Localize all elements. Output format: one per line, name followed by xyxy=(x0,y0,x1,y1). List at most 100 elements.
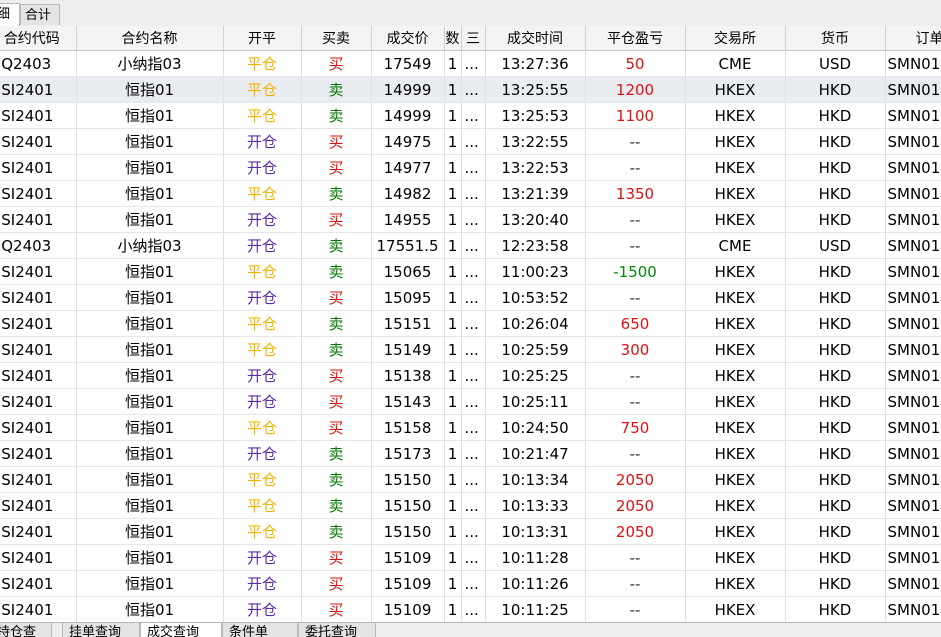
cell-trade-time: 10:11:25 xyxy=(485,596,586,622)
header-close-pnl[interactable]: 平仓盈亏 xyxy=(585,26,686,51)
header-open-close[interactable]: 开平 xyxy=(223,26,302,51)
cell-extra: ... xyxy=(461,128,486,155)
cell-buy-sell: 买 xyxy=(301,544,372,571)
cell-open-close: 平仓 xyxy=(223,50,302,77)
cell-open-close: 开仓 xyxy=(223,206,302,233)
table-row[interactable]: HSI2401恒指01平仓卖150651...11:00:23-1500HKEX… xyxy=(0,258,941,285)
header-contract-name[interactable]: 合约名称 xyxy=(76,26,224,51)
cell-order-no: SMN019 xyxy=(885,596,941,622)
header-currency[interactable]: 货币 xyxy=(785,26,886,51)
cell-contract-code: HSI2401 xyxy=(0,544,77,571)
table-row[interactable]: HSI2401恒指01开仓买149751...13:22:55--HKEXHKD… xyxy=(0,128,941,155)
cell-trade-time: 10:25:59 xyxy=(485,336,586,363)
table-row[interactable]: NQ2403小纳指03开仓卖17551.51...12:23:58--CMEUS… xyxy=(0,232,941,259)
cell-close-pnl: 1100 xyxy=(585,102,686,129)
table-row[interactable]: HSI2401恒指01平仓卖149821...13:21:391350HKEXH… xyxy=(0,180,941,207)
table-row[interactable]: HSI2401恒指01开仓买151091...10:11:26--HKEXHKD… xyxy=(0,570,941,597)
table-row[interactable]: HSI2401恒指01开仓卖151731...10:21:47--HKEXHKD… xyxy=(0,440,941,467)
table-row[interactable]: HSI2401恒指01平仓卖149991...13:25:551200HKEXH… xyxy=(0,76,941,103)
table-row[interactable]: HSI2401恒指01平仓卖151501...10:13:342050HKEXH… xyxy=(0,466,941,493)
cell-extra: ... xyxy=(461,362,486,389)
cell-quantity: 1 xyxy=(444,466,462,493)
cell-contract-name: 恒指01 xyxy=(76,440,224,467)
cell-exchange: HKEX xyxy=(685,284,786,311)
cell-contract-code: HSI2401 xyxy=(0,180,77,207)
header-trade-price[interactable]: 成交价 xyxy=(371,26,445,51)
header-col-extra[interactable]: 三 xyxy=(461,26,486,51)
cell-close-pnl: -- xyxy=(585,544,686,571)
cell-trade-price: 14977 xyxy=(371,154,445,181)
tab-pending-order-query[interactable]: 挂单查询 xyxy=(62,623,140,637)
header-contract-code[interactable]: 合约代码 xyxy=(0,26,77,51)
cell-exchange: HKEX xyxy=(685,596,786,622)
header-quantity[interactable]: 数 xyxy=(444,26,462,51)
cell-quantity: 1 xyxy=(444,414,462,441)
cell-open-close: 开仓 xyxy=(223,232,302,259)
table-row[interactable]: HSI2401恒指01开仓买150951...10:53:52--HKEXHKD… xyxy=(0,284,941,311)
cell-order-no: SMN019 xyxy=(885,284,941,311)
cell-buy-sell: 卖 xyxy=(301,258,372,285)
tab-summary[interactable]: 合计 xyxy=(20,4,60,25)
table-row[interactable]: HSI2401恒指01平仓买151581...10:24:50750HKEXHK… xyxy=(0,414,941,441)
table-row[interactable]: HSI2401恒指01开仓买151431...10:25:11--HKEXHKD… xyxy=(0,388,941,415)
cell-trade-time: 10:25:11 xyxy=(485,388,586,415)
cell-trade-time: 10:25:25 xyxy=(485,362,586,389)
tab-trade-query-label: 成交查询 xyxy=(147,625,200,637)
cell-open-close: 开仓 xyxy=(223,362,302,389)
tab-conditional-order[interactable]: 条件单 xyxy=(222,623,298,637)
cell-trade-time: 13:25:53 xyxy=(485,102,586,129)
cell-trade-price: 14999 xyxy=(371,102,445,129)
cell-trade-price: 15150 xyxy=(371,492,445,519)
cell-trade-price: 15149 xyxy=(371,336,445,363)
cell-order-no: SMN019 xyxy=(885,414,941,441)
cell-currency: HKD xyxy=(785,102,886,129)
cell-contract-code: HSI2401 xyxy=(0,440,77,467)
header-order-no[interactable]: 订单编 xyxy=(885,26,941,51)
table-row[interactable]: HSI2401恒指01平仓卖151501...10:13:332050HKEXH… xyxy=(0,492,941,519)
cell-quantity: 1 xyxy=(444,362,462,389)
cell-extra: ... xyxy=(461,284,486,311)
cell-extra: ... xyxy=(461,206,486,233)
tab-detail[interactable]: 细 xyxy=(0,3,20,26)
cell-close-pnl: -- xyxy=(585,570,686,597)
cell-buy-sell: 买 xyxy=(301,284,372,311)
cell-exchange: HKEX xyxy=(685,518,786,545)
tab-trade-query[interactable]: 成交查询 xyxy=(140,623,222,637)
tab-entrust-query[interactable]: 委托查询 xyxy=(298,623,376,637)
tab-position-query[interactable]: 持仓查询 xyxy=(0,623,52,637)
cell-close-pnl: 750 xyxy=(585,414,686,441)
header-trade-time[interactable]: 成交时间 xyxy=(485,26,586,51)
cell-trade-price: 15109 xyxy=(371,570,445,597)
cell-exchange: HKEX xyxy=(685,206,786,233)
cell-extra: ... xyxy=(461,466,486,493)
cell-order-no: SMN019 xyxy=(885,466,941,493)
cell-exchange: HKEX xyxy=(685,544,786,571)
table-row[interactable]: HSI2401恒指01开仓买151091...10:11:28--HKEXHKD… xyxy=(0,544,941,571)
table-row[interactable]: HSI2401恒指01平仓卖151501...10:13:312050HKEXH… xyxy=(0,518,941,545)
cell-quantity: 1 xyxy=(444,570,462,597)
table-row[interactable]: HSI2401恒指01平仓卖151511...10:26:04650HKEXHK… xyxy=(0,310,941,337)
table-row[interactable]: HSI2401恒指01开仓买149771...13:22:53--HKEXHKD… xyxy=(0,154,941,181)
header-exchange[interactable]: 交易所 xyxy=(685,26,786,51)
cell-buy-sell: 卖 xyxy=(301,76,372,103)
table-row[interactable]: NQ2403小纳指03平仓买175491...13:27:3650CMEUSDS… xyxy=(0,50,941,77)
cell-contract-name: 恒指01 xyxy=(76,388,224,415)
table-row[interactable]: HSI2401恒指01平仓卖149991...13:25:531100HKEXH… xyxy=(0,102,941,129)
header-buy-sell[interactable]: 买卖 xyxy=(301,26,372,51)
cell-currency: HKD xyxy=(785,466,886,493)
cell-extra: ... xyxy=(461,76,486,103)
cell-contract-name: 恒指01 xyxy=(76,544,224,571)
cell-contract-code: HSI2401 xyxy=(0,102,77,129)
cell-order-no: SMN019 xyxy=(885,310,941,337)
cell-extra: ... xyxy=(461,414,486,441)
cell-quantity: 1 xyxy=(444,284,462,311)
table-row[interactable]: HSI2401恒指01平仓卖151491...10:25:59300HKEXHK… xyxy=(0,336,941,363)
cell-order-no: SMN019 xyxy=(885,492,941,519)
table-row[interactable]: HSI2401恒指01开仓买151091...10:11:25--HKEXHKD… xyxy=(0,596,941,622)
table-row[interactable]: HSI2401恒指01开仓买151381...10:25:25--HKEXHKD… xyxy=(0,362,941,389)
cell-currency: HKD xyxy=(785,362,886,389)
trade-table-grid[interactable]: 合约代码合约名称开平买卖成交价数三成交时间平仓盈亏交易所货币订单编 NQ2403… xyxy=(0,26,941,622)
cell-contract-code: NQ2403 xyxy=(0,232,77,259)
cell-exchange: HKEX xyxy=(685,258,786,285)
table-row[interactable]: HSI2401恒指01开仓买149551...13:20:40--HKEXHKD… xyxy=(0,206,941,233)
